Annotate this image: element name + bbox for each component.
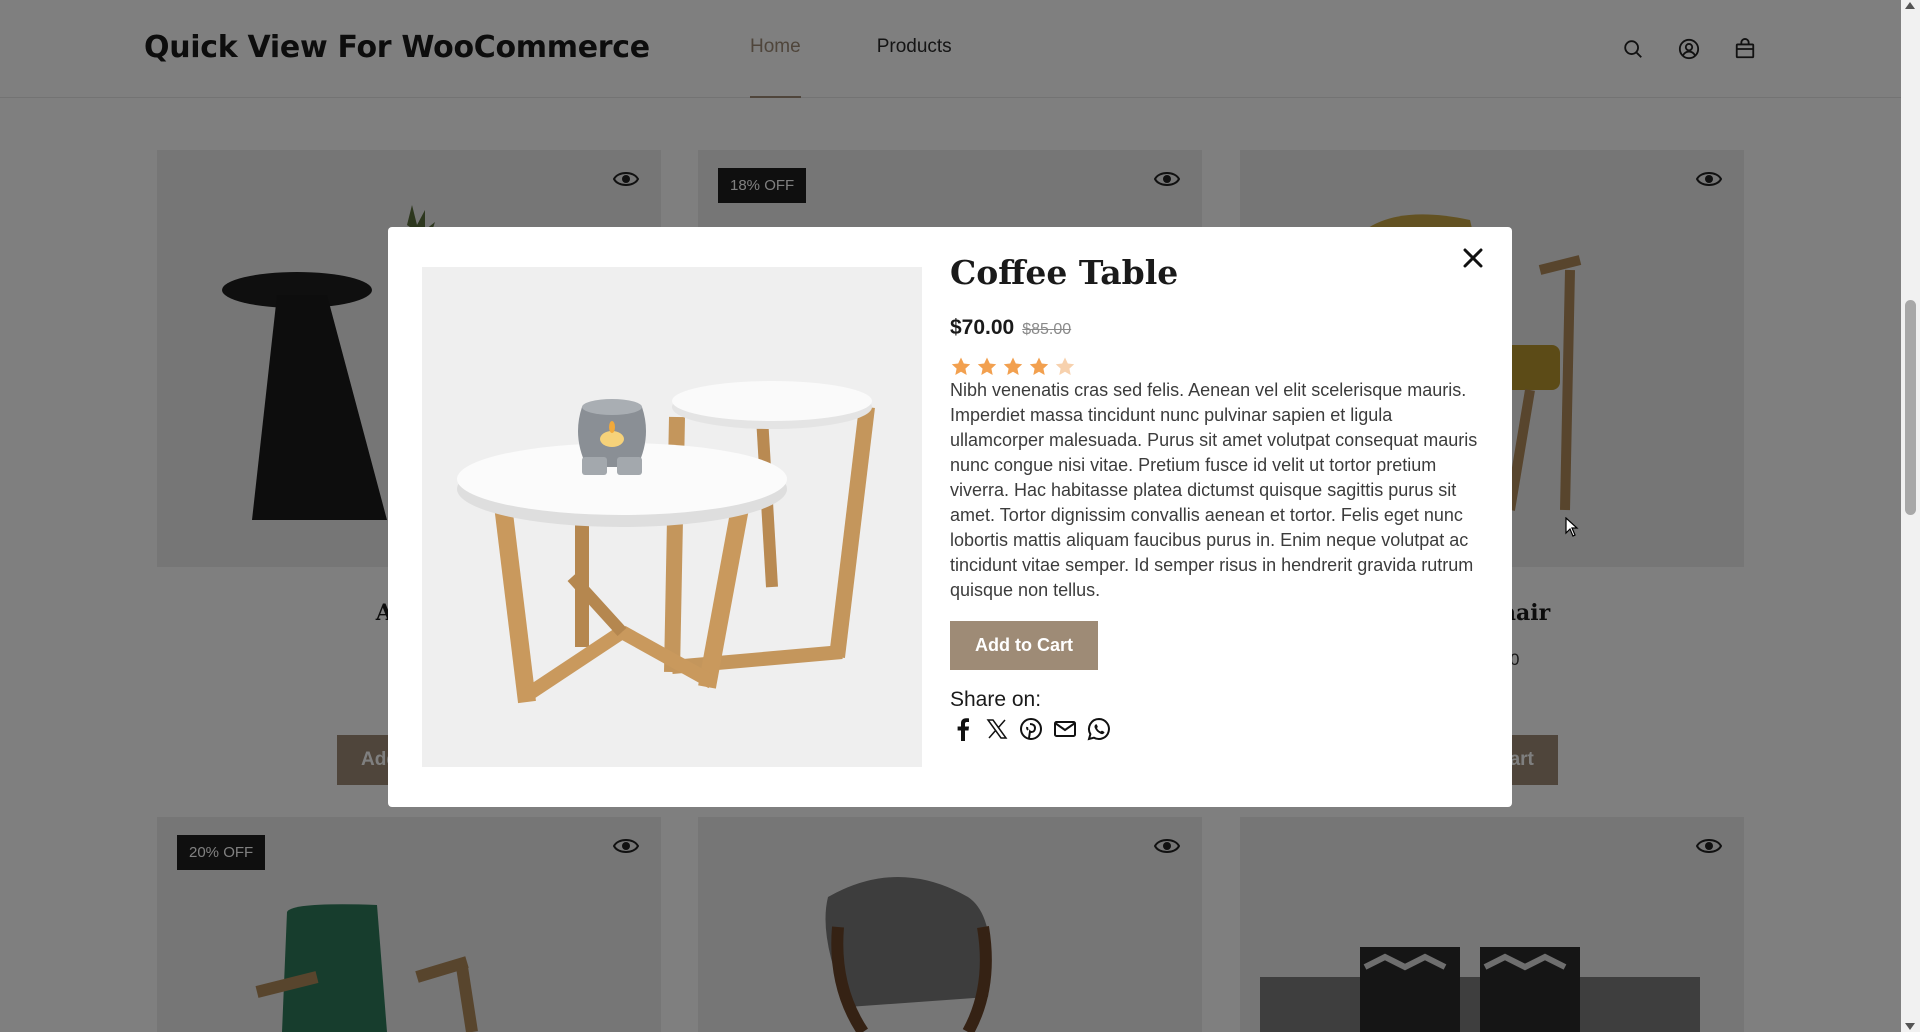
- share-icons: [950, 716, 1490, 742]
- facebook-icon[interactable]: [950, 716, 976, 742]
- regular-price: $85.00: [1022, 321, 1072, 338]
- star-filled-icon: [1029, 357, 1049, 375]
- scroll-thumb[interactable]: [1905, 300, 1916, 515]
- product-description: Nibh venenatis cras sed felis. Aenean ve…: [950, 380, 1478, 600]
- sale-price: $70.00: [950, 316, 1015, 339]
- scroll-down-arrow[interactable]: [1905, 1023, 1915, 1030]
- pinterest-icon[interactable]: [1018, 716, 1044, 742]
- product-title: Coffee Table: [950, 253, 1179, 292]
- x-icon[interactable]: [984, 716, 1010, 742]
- product-details: Coffee Table $70.00 $85.00 Nibh venenati…: [950, 253, 1490, 742]
- star-filled-icon: [977, 357, 997, 375]
- add-to-cart-button[interactable]: Add to Cart: [950, 621, 1098, 670]
- star-rating: [950, 356, 1490, 378]
- scroll-up-arrow[interactable]: [1905, 2, 1915, 9]
- whatsapp-icon[interactable]: [1086, 716, 1112, 742]
- price-row: $70.00 $85.00: [950, 316, 1490, 340]
- star-filled-icon: [1003, 357, 1023, 375]
- star-filled-icon: [951, 357, 971, 375]
- star-empty-icon: [1055, 357, 1075, 375]
- quick-view-modal: Coffee Table $70.00 $85.00 Nibh venenati…: [388, 227, 1512, 807]
- page-scrollbar[interactable]: [1901, 0, 1920, 1032]
- email-icon[interactable]: [1052, 716, 1078, 742]
- share-label: Share on:: [950, 688, 1042, 711]
- coffee-table-image: [457, 381, 875, 704]
- mouse-cursor-icon: [1565, 517, 1579, 537]
- product-image: [422, 267, 922, 767]
